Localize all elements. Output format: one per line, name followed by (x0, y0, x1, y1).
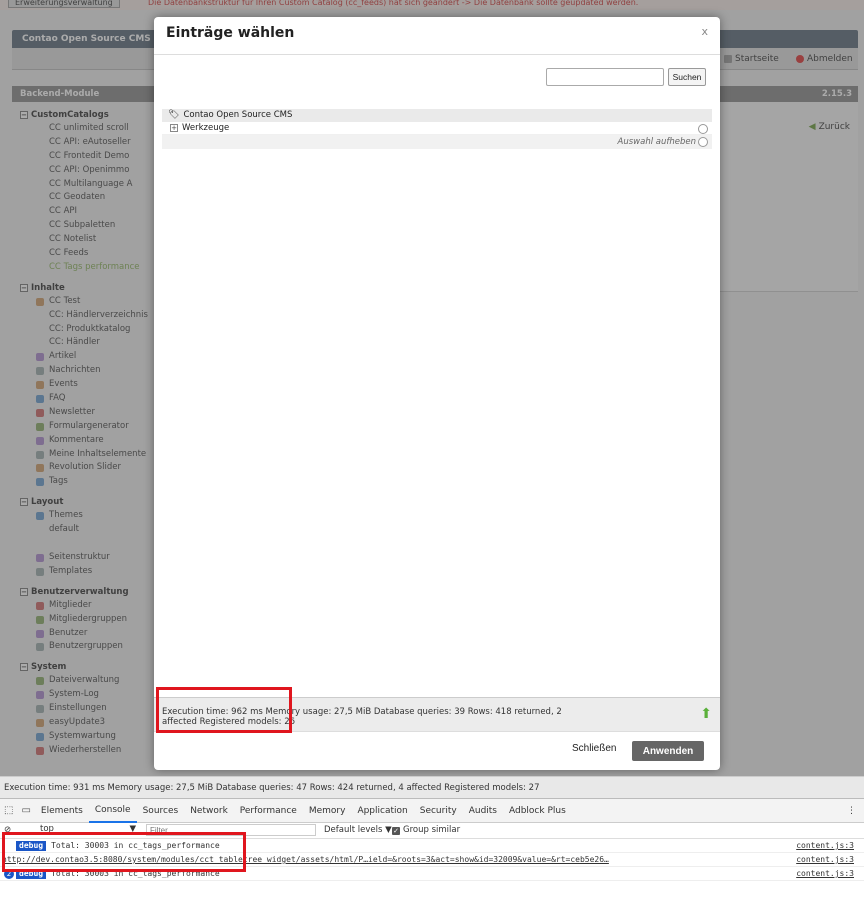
tab-performance[interactable]: Performance (234, 799, 303, 823)
clear-selection-radio[interactable] (698, 137, 708, 147)
modal-header: Einträge wählen x (154, 17, 720, 55)
tag-icon: 🏷 (168, 110, 180, 120)
log-levels-select[interactable]: Default levels ▼ (324, 823, 392, 838)
expand-icon[interactable]: + (170, 124, 178, 132)
log-source-link[interactable]: content.js:3 (796, 839, 854, 853)
page-tree: 🏷 Contao Open Source CMS + Werkzeuge Aus… (162, 109, 712, 149)
tab-application[interactable]: Application (351, 799, 413, 823)
tree-item-werkzeuge[interactable]: + Werkzeuge (162, 122, 712, 135)
tree-root: 🏷 Contao Open Source CMS (162, 109, 712, 122)
tab-adblock-plus[interactable]: Adblock Plus (503, 799, 572, 823)
checkbox-checked-icon[interactable]: ✓ (392, 826, 400, 835)
arrow-up-icon[interactable]: ⬆ (700, 706, 712, 722)
group-similar-label: Group similar (403, 825, 461, 835)
close-button[interactable]: Schließen (572, 743, 616, 754)
inspect-icon[interactable]: ⬚ (0, 805, 17, 816)
devtools-tab-list: Elements Console Sources Network Performance… (35, 799, 572, 823)
log-source-link[interactable]: content.js:3 (796, 853, 854, 867)
tree-item-label: Werkzeuge (182, 122, 230, 133)
search-input[interactable] (546, 68, 664, 86)
modal-title: Einträge wählen (166, 25, 295, 41)
page-debug-bar: Execution time: 931 ms Memory usage: 27,… (0, 776, 864, 798)
modal-footer: Schließen Anwenden (154, 731, 720, 770)
search-button[interactable]: Suchen (668, 68, 706, 86)
tree-item-radio[interactable] (698, 124, 708, 134)
select-entries-modal: Einträge wählen x Suchen 🏷 Contao Open S… (154, 17, 720, 770)
tab-security[interactable]: Security (414, 799, 463, 823)
clear-selection-label: Auswahl aufheben (617, 137, 696, 147)
log-source-link[interactable]: content.js:3 (796, 867, 854, 881)
tab-audits[interactable]: Audits (463, 799, 503, 823)
clear-selection-row[interactable]: Auswahl aufheben (162, 135, 712, 149)
tree-root-label: Contao Open Source CMS (183, 110, 293, 120)
tab-memory[interactable]: Memory (303, 799, 352, 823)
tab-sources[interactable]: Sources (137, 799, 185, 823)
highlight-box-console (2, 832, 246, 872)
close-icon[interactable]: x (701, 25, 708, 38)
apply-button[interactable]: Anwenden (632, 741, 704, 761)
more-icon[interactable]: ⋮ (847, 806, 864, 816)
tab-network[interactable]: Network (184, 799, 234, 823)
highlight-box-execution-time (156, 687, 292, 733)
tab-elements[interactable]: Elements (35, 799, 89, 823)
tab-console[interactable]: Console (88, 799, 137, 823)
group-similar-toggle[interactable]: ✓ Group similar (392, 823, 460, 838)
device-icon[interactable]: ▭ (17, 805, 34, 816)
devtools-tabbar: ⬚ ▭ Elements Console Sources Network Perform… (0, 799, 864, 823)
